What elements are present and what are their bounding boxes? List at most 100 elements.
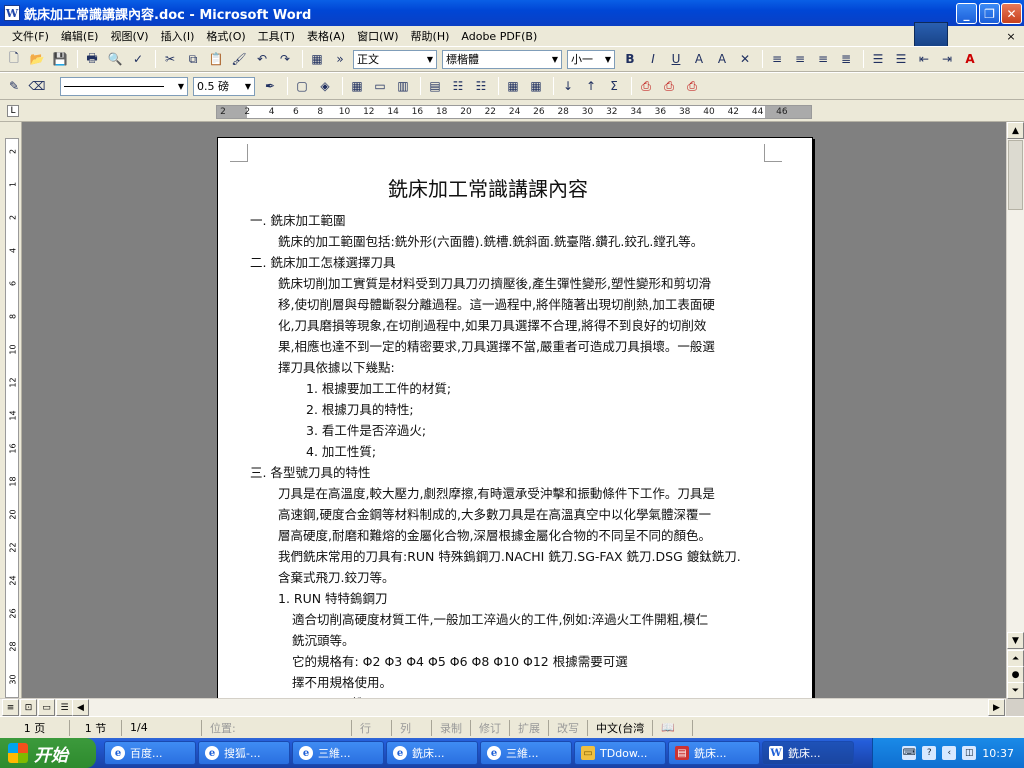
menu-table[interactable]: 表格(A) [301, 28, 351, 44]
style-combo[interactable]: 正文 ▼ [353, 49, 437, 69]
autosum-icon[interactable]: Σ [604, 76, 624, 96]
word-app-icon[interactable]: W [4, 5, 20, 21]
sort-descending-icon[interactable]: ↑ [581, 76, 601, 96]
align-left-icon[interactable]: ≡ [767, 49, 787, 69]
scroll-down-icon[interactable]: ▼ [1007, 632, 1024, 649]
close-document-button[interactable]: × [1004, 29, 1018, 43]
scroll-thumb[interactable] [1008, 140, 1023, 210]
document-line[interactable]: 1. RUN 特特鎢鋼刀 [278, 588, 388, 609]
document-line[interactable]: 刀具是在高溫度,較大壓力,劇烈摩擦,有時還承受沖擊和振動條件下工作。刀具是 [278, 483, 715, 504]
pdf-review-icon[interactable]: ⎙ [682, 76, 702, 96]
pencil-icon[interactable]: ✎ [4, 76, 24, 96]
document-line[interactable]: 一. 銑床加工範圍 [250, 210, 345, 231]
document-line[interactable]: 它的規格有: Φ2 Φ3 Φ4 Φ5 Φ6 Φ8 Φ10 Φ12 根據需要可選 [292, 651, 628, 672]
tray-expand-icon[interactable]: ‹ [942, 746, 957, 760]
line-weight-combo[interactable]: 0.5 磅 ▼ [193, 76, 255, 96]
font-size-combo[interactable]: 小一 ▼ [567, 49, 615, 69]
print-icon[interactable]: 🖶 [82, 49, 102, 69]
menu-insert[interactable]: 插入(I) [155, 28, 201, 44]
font-combo[interactable]: 標楷體 ▼ [442, 49, 562, 69]
redo-icon[interactable]: ↷ [275, 49, 295, 69]
align-cell-icon[interactable]: ▤ [425, 76, 445, 96]
document-line[interactable]: 化,刀具磨損等現象,在切削過程中,如果刀具選擇不合理,將得不到良好的切削效 [278, 315, 706, 336]
horizontal-ruler[interactable]: L 2 2 4 6 8 10 12 14 16 18 20 22 24 26 28 30 32 34 36 38 40 4… [0, 100, 1024, 122]
document-area[interactable]: 銑床加工常識講課內容一. 銑床加工範圍 銑床的加工範圍包括:銑外形(六面體).銑槽… [22, 122, 1006, 698]
document-line[interactable]: 擇不用規格使用。 [292, 672, 392, 693]
distribute-columns-icon[interactable]: ☷ [471, 76, 491, 96]
sort-ascending-icon[interactable]: ↓ [558, 76, 578, 96]
menu-edit[interactable]: 编辑(E) [55, 28, 105, 44]
spelling-icon[interactable]: ✓ [128, 49, 148, 69]
insert-table-icon[interactable]: ▦ [347, 76, 367, 96]
taskbar-item[interactable]: e 三維... [480, 741, 572, 765]
tab-selector-icon[interactable]: L [7, 105, 19, 117]
minimize-button[interactable]: _ [956, 3, 977, 24]
cut-icon[interactable]: ✂ [160, 49, 180, 69]
borders-icon[interactable]: ▢ [292, 76, 312, 96]
document-line[interactable]: 二. 銑床加工怎樣選擇刀具 [250, 252, 395, 273]
table-autoformat-icon[interactable]: ▦ [503, 76, 523, 96]
select-browse-object-icon[interactable]: ● [1007, 666, 1024, 683]
increase-indent-icon[interactable]: ⇥ [937, 49, 957, 69]
justify-icon[interactable]: ≣ [836, 49, 856, 69]
document-line[interactable]: 2. 根據刀具的特性; [306, 399, 414, 420]
start-button[interactable]: 开始 [0, 738, 96, 768]
decrease-indent-icon[interactable]: ⇤ [914, 49, 934, 69]
menu-window[interactable]: 窗口(W) [351, 28, 404, 44]
document-line[interactable]: 銑床的加工範圍包括:銑外形(六面體).銑槽.銑斜面.銑臺階.鑽孔.鉸孔.鏜孔等。 [278, 231, 703, 252]
web-layout-icon[interactable]: ⊡ [20, 699, 37, 716]
bold-icon[interactable]: B [620, 49, 640, 69]
paste-icon[interactable]: 📋 [206, 49, 226, 69]
scroll-right-icon[interactable]: ▶ [988, 699, 1005, 716]
pdf-email-icon[interactable]: ⎙ [659, 76, 679, 96]
document-title[interactable]: 銑床加工常識講課內容 [388, 176, 588, 202]
more-buttons-icon[interactable]: » [330, 49, 350, 69]
taskbar-item[interactable]: ▤ 銑床... [668, 741, 760, 765]
document-line[interactable]: 適合切削高硬度材質工件,一般加工淬過火的工件,例如:淬過火工件開粗,模仁 [292, 609, 708, 630]
bullets-icon[interactable]: ☰ [891, 49, 911, 69]
align-center-icon[interactable]: ≡ [790, 49, 810, 69]
taskbar-item[interactable]: e 銑床... [386, 741, 478, 765]
document-page[interactable]: 銑床加工常識講課內容一. 銑床加工範圍 銑床的加工範圍包括:銑外形(六面體).銑槽… [217, 137, 813, 698]
split-cells-icon[interactable]: ▥ [393, 76, 413, 96]
font-color-icon[interactable]: A [960, 49, 980, 69]
taskbar-item[interactable]: e 百度... [104, 741, 196, 765]
status-extend[interactable]: 扩展 [510, 719, 549, 736]
insert-table-icon[interactable]: ▦ [307, 49, 327, 69]
border-color-icon[interactable]: ✒ [260, 76, 280, 96]
undo-icon[interactable]: ↶ [252, 49, 272, 69]
new-document-icon[interactable]: 🗋 [4, 49, 24, 69]
scroll-up-icon[interactable]: ▲ [1007, 122, 1024, 139]
document-line[interactable]: 果,相應也達不到一定的精密要求,刀具選擇不當,嚴重者可造成刀具損壞。一般選 [278, 336, 715, 357]
keyboard-icon[interactable]: ⌨ [902, 746, 917, 760]
taskbar-item-active[interactable]: W 銑床... [762, 741, 854, 765]
document-line[interactable]: 三. 各型號刀具的特性 [250, 462, 370, 483]
vertical-scrollbar[interactable]: ▲ ▼ ⏶ ● ⏷ [1006, 122, 1024, 699]
previous-page-icon[interactable]: ⏶ [1007, 650, 1024, 667]
menu-view[interactable]: 视图(V) [104, 28, 154, 44]
menu-tools[interactable]: 工具(T) [252, 28, 301, 44]
menu-adobe-pdf[interactable]: Adobe PDF(B) [455, 30, 543, 43]
convert-to-pdf-icon[interactable]: ⎙ [636, 76, 656, 96]
restore-button[interactable]: ❐ [979, 3, 1000, 24]
status-overtype[interactable]: 改写 [549, 719, 588, 736]
help-icon[interactable]: ? [922, 746, 937, 760]
taskbar-item[interactable]: e 三維... [292, 741, 384, 765]
taskbar-item[interactable]: e 搜狐-... [198, 741, 290, 765]
character-scaling-icon[interactable]: ✕ [735, 49, 755, 69]
eraser-icon[interactable]: ⌫ [27, 76, 47, 96]
spelling-status-icon[interactable]: 📖 [653, 719, 694, 736]
italic-icon[interactable]: I [643, 49, 663, 69]
character-border-icon[interactable]: A [689, 49, 709, 69]
format-painter-icon[interactable]: 🖌 [229, 49, 249, 69]
horizontal-scrollbar[interactable]: ≡ ⊡ ▭ ☰ ◀ ▶ [0, 698, 1006, 716]
align-right-icon[interactable]: ≡ [813, 49, 833, 69]
underline-icon[interactable]: U [666, 49, 686, 69]
document-line[interactable]: 我們銑床常用的刀具有:RUN 特殊鎢鋼刀.NACHI 銑刀.SG-FAX 銑刀.… [278, 546, 741, 567]
document-line[interactable]: 3. 看工件是否淬過火; [306, 420, 426, 441]
numbering-icon[interactable]: ☰ [868, 49, 888, 69]
menu-format[interactable]: 格式(O) [200, 28, 251, 44]
show-gridlines-icon[interactable]: ▦ [526, 76, 546, 96]
document-line[interactable]: 高速鋼,硬度合金鋼等材料制成的,大多數刀具是在高溫真空中以化學氣體深覆一 [278, 504, 711, 525]
status-track-changes[interactable]: 修订 [471, 719, 510, 736]
